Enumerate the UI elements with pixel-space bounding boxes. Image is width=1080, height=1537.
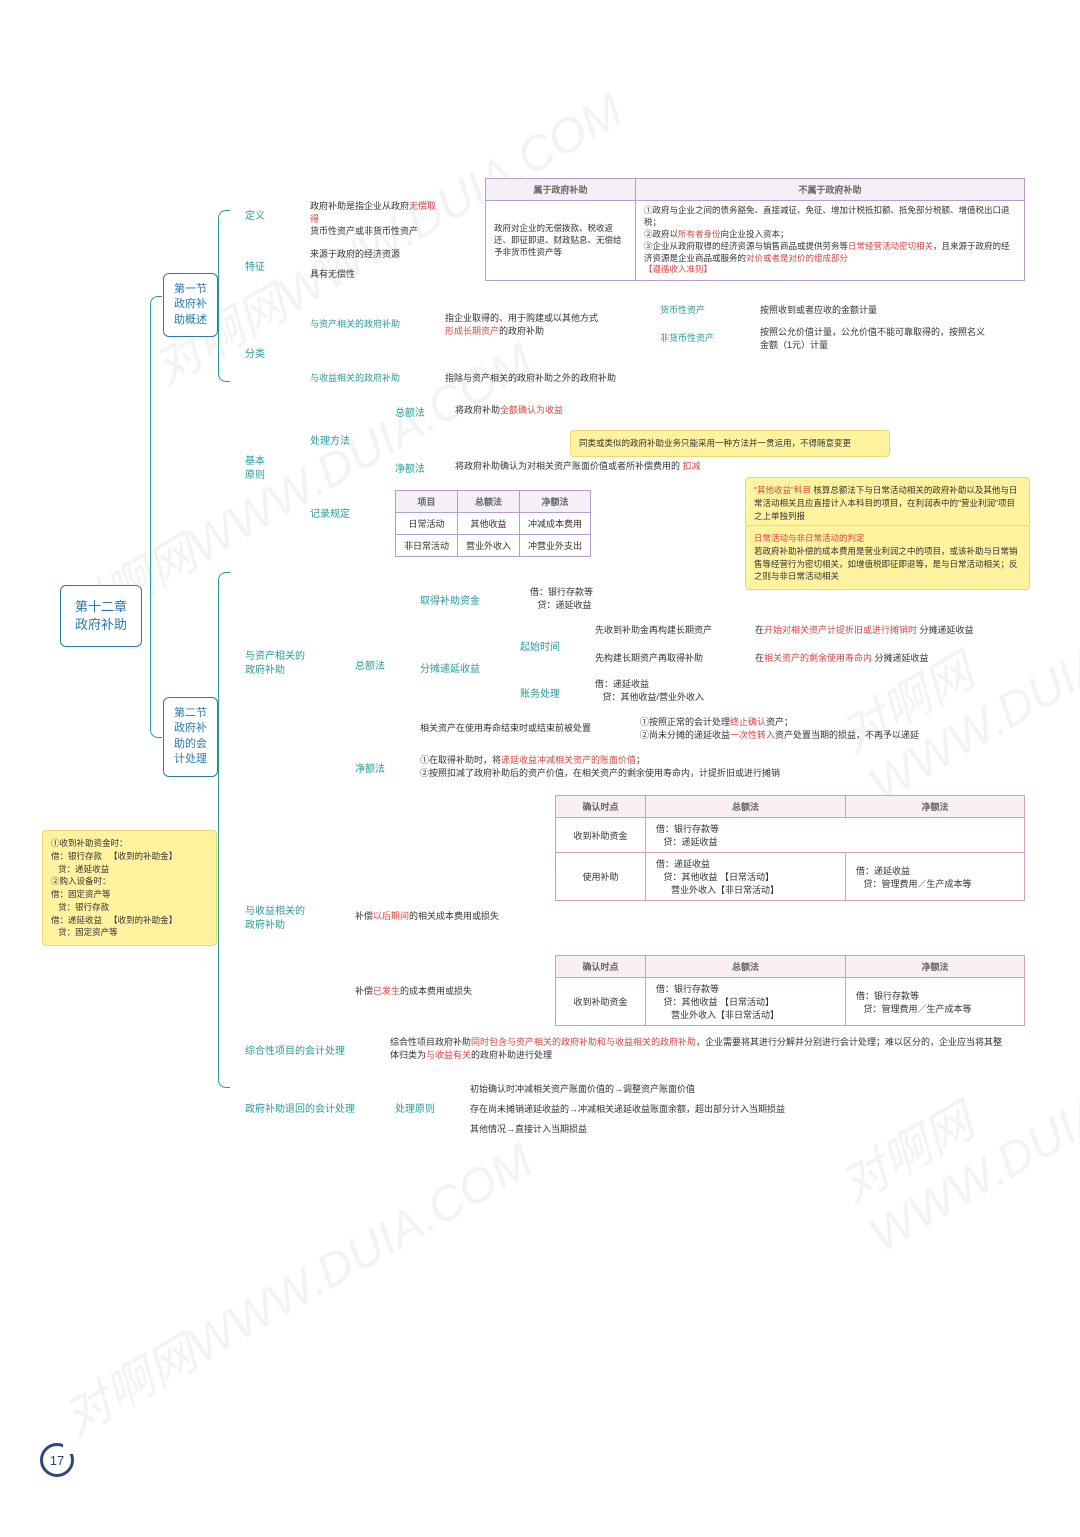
cls2-txt: 指除与资产相关的政府补助之外的政府补助 [445, 372, 616, 385]
asset-net: 净额法 [355, 760, 385, 775]
nonmon: 非货币性资产 [660, 332, 714, 345]
page-number: 17 [40, 1443, 74, 1477]
composite-txt: 综合性项目政府补助同时包含与资产相关的政府补助和与收益相关的政府补助，企业需要将… [390, 1036, 1010, 1061]
yellow-other-income: "其他收益"科目 核算总额法下与日常活动相关的政府补助以及其他与日常活动相关且应… [745, 477, 1030, 529]
cls2: 与收益相关的政府补助 [310, 372, 400, 385]
label-cls: 分类 [245, 345, 265, 360]
s1: 先收到补助金再构建长期资产 [595, 624, 712, 637]
method: 处理方法 [310, 432, 350, 447]
scope-table: 属于政府补助不属于政府补助 政府对企业的无偿拨款、税收返还、即征即退、财政贴息、… [485, 178, 1025, 281]
get-entry: 借：银行存款等 贷：递延收益 [530, 586, 593, 611]
refund3: 其他情况→直接计入当期损益 [470, 1123, 587, 1136]
start: 起始时间 [520, 638, 560, 653]
cls1-txt: 指企业取得的、用于购建或以其他方式形成长期资产的政府补助 [445, 312, 625, 337]
composite-title: 综合性项目的会计处理 [245, 1042, 345, 1057]
amort: 分摊递延收益 [420, 660, 480, 675]
acct-entry: 借：递延收益 贷：其他收益/营业外收入 [595, 678, 704, 703]
refund2: 存在尚未摊销递延收益的→冲减相关递延收益账面余额，超出部分计入当期损益 [470, 1103, 785, 1116]
s2r: 在相关资产的剩余使用寿命内 分摊递延收益 [755, 652, 929, 665]
s1r: 在开始对相关资产计提折旧或进行摊销时 分摊递延收益 [755, 624, 974, 637]
s2: 先构建长期资产再取得补助 [595, 652, 703, 665]
record: 记录规定 [310, 505, 350, 520]
section-2: 第二节 政府补 助的会 计处理 [163, 697, 218, 777]
gross-txt: 将政府补助全额确认为收益 [455, 404, 563, 417]
income-title: 与收益相关的 政府补助 [245, 905, 305, 933]
acct: 账务处理 [520, 685, 560, 700]
asset-get: 取得补助资金 [420, 592, 480, 607]
watermark: 对啊网WWW.DUIA.COM [48, 1122, 543, 1448]
refund-title: 政府补助退回的会计处理 [245, 1100, 355, 1115]
section-1: 第一节 政府补 助概述 [163, 273, 218, 337]
label-def: 定义 [245, 207, 265, 222]
disp-txt: ①按照正常的会计处理终止确认资产；②尚未分摊的递延收益一次性转入资产处置当期的损… [640, 716, 919, 741]
nonmon-txt: 按照公允价值计量，公允价值不能可靠取得的，按照名义金额（1元）计量 [760, 326, 990, 351]
disposal: 相关资产在使用寿命结束时或结束前被处置 [420, 722, 591, 735]
record-table: 项目总额法净额法 日常活动其他收益冲减成本费用 非日常活动营业外收入冲营业外支出 [395, 490, 591, 557]
mon: 货币性资产 [660, 304, 705, 317]
root-node: 第十二章 政府补助 [60, 585, 142, 647]
gross: 总额法 [395, 404, 425, 419]
yellow-daily-judge: 日常活动与非日常活动的判定若政府补助补偿的成本费用是营业利润之中的项目，或该补助… [745, 525, 1030, 590]
refund1: 初始确认时冲减相关资产账面价值的→调整资产账面价值 [470, 1083, 695, 1096]
net-txt: 将政府补助确认为对相关资产账面价值或者所补偿费用的 扣减 [455, 460, 701, 473]
future-table: 确认时点总额法净额法 收到补助资金借：银行存款等 贷：递延收益 使用补助借：递延… [555, 795, 1025, 901]
feat1: 来源于政府的经济资源 [310, 248, 400, 261]
asset-title: 与资产相关的 政府补助 [245, 650, 305, 678]
net-txt2: ①在取得补助时，将递延收益冲减相关资产的账面价值；②按照扣减了政府补助后的资产价… [420, 754, 920, 779]
net: 净额法 [395, 460, 425, 475]
basic-title: 基本 原则 [245, 455, 265, 483]
yellow-warn1: 同类或类似的政府补助业务只能采用一种方法并一贯运用，不得随意变更 [570, 430, 890, 457]
asset-gross: 总额法 [355, 657, 385, 672]
past-table: 确认时点总额法净额法 收到补助资金借：银行存款等 贷：其他收益 【日常活动】 营… [555, 955, 1025, 1026]
feat2: 具有无偿性 [310, 268, 355, 281]
def-text: 政府补助是指企业从政府无偿取得货币性资产或非货币性资产 [310, 200, 440, 238]
yellow-left-entries: ①收到补助资金时：借：银行存款 【收到的补助金】 贷：递延收益②购入设备时：借：… [42, 830, 217, 946]
future: 补偿以后期间的相关成本费用或损失 [355, 910, 499, 923]
refund-principle: 处理原则 [395, 1100, 435, 1115]
past: 补偿已发生的成本费用或损失 [355, 985, 472, 998]
label-feat: 特征 [245, 258, 265, 273]
mon-txt: 按照收到或者应收的金额计量 [760, 304, 877, 317]
cls1: 与资产相关的政府补助 [310, 318, 400, 331]
